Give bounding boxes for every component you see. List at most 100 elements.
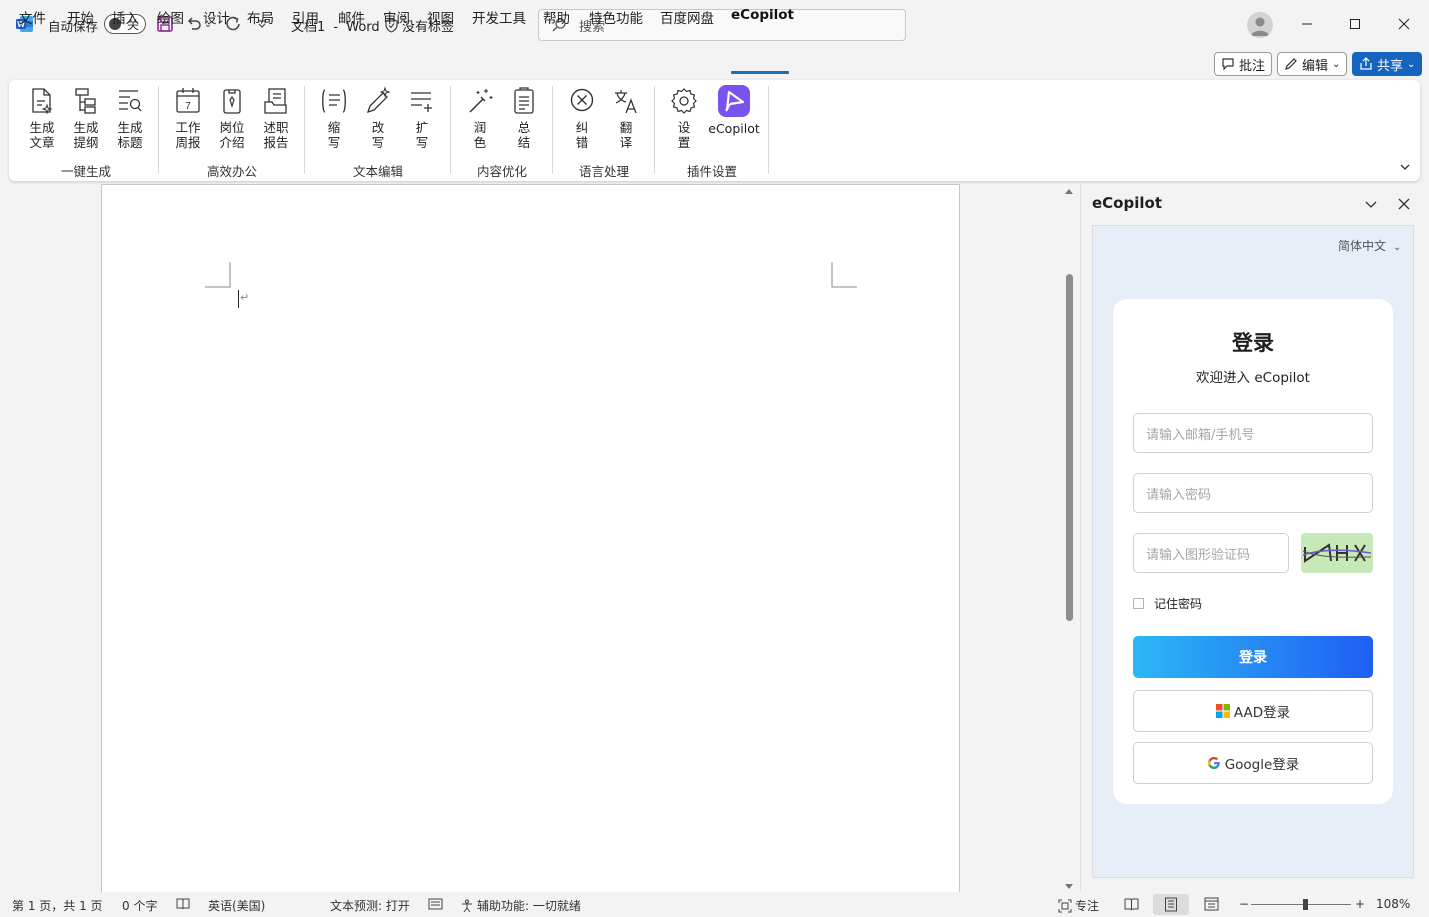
scroll-up-icon[interactable] bbox=[1064, 186, 1074, 196]
maximize-icon bbox=[1350, 19, 1360, 29]
aad-login-button[interactable]: AAD登录 bbox=[1133, 690, 1373, 732]
ribbon-label: 改 bbox=[371, 120, 385, 135]
pencil-icon bbox=[1285, 58, 1297, 70]
tab-design[interactable]: 设计 bbox=[203, 7, 230, 27]
tab-baidu-netdisk[interactable]: 百度网盘 bbox=[660, 7, 714, 27]
comments-button[interactable]: 批注 bbox=[1214, 52, 1273, 76]
crop-mark-left bbox=[205, 262, 231, 288]
microsoft-logo-icon bbox=[1215, 704, 1230, 718]
tab-layout[interactable]: 布局 bbox=[247, 7, 274, 27]
google-logo-icon bbox=[1207, 757, 1220, 769]
language-select[interactable]: 简体中文 ⌄ bbox=[1338, 237, 1401, 254]
report-icon bbox=[264, 88, 287, 114]
zoom-level[interactable]: 108% bbox=[1376, 897, 1410, 911]
comments-label: 批注 bbox=[1239, 58, 1266, 74]
tab-mailings[interactable]: 邮件 bbox=[338, 7, 365, 27]
settings-button[interactable]: 设 置 bbox=[664, 86, 704, 150]
group-separator bbox=[158, 86, 159, 174]
focus-label: 专注 bbox=[1075, 899, 1100, 913]
language-status[interactable]: 英语(美国) bbox=[208, 897, 265, 914]
tab-home[interactable]: 开始 bbox=[67, 7, 94, 27]
collapse-ribbon-icon[interactable] bbox=[1398, 160, 1412, 174]
proofing-icon[interactable] bbox=[176, 897, 190, 914]
print-layout-button[interactable] bbox=[1153, 894, 1189, 915]
tab-features[interactable]: 特色功能 bbox=[589, 7, 643, 27]
tab-file[interactable]: 文件 bbox=[19, 7, 46, 27]
web-layout-icon[interactable] bbox=[1204, 897, 1219, 914]
tab-insert[interactable]: 插入 bbox=[112, 7, 139, 27]
group-label-text-edit: 文本编辑 bbox=[352, 164, 403, 179]
pane-options-chevron-icon[interactable] bbox=[1363, 196, 1379, 212]
ribbon-label: 缩 bbox=[327, 120, 341, 135]
pane-close-icon[interactable] bbox=[1396, 196, 1412, 212]
editing-mode-button[interactable]: 编辑 ⌄ bbox=[1277, 52, 1348, 76]
google-login-button[interactable]: Google登录 bbox=[1133, 742, 1373, 784]
job-intro-button[interactable]: 岗位 介绍 bbox=[212, 86, 252, 150]
abridge-button[interactable]: 缩 写 bbox=[314, 86, 354, 150]
expand-button[interactable]: 扩 写 bbox=[402, 86, 442, 150]
tab-draw[interactable]: 绘图 bbox=[157, 7, 184, 27]
crop-mark-right bbox=[831, 262, 857, 288]
avatar[interactable] bbox=[1247, 12, 1273, 38]
scrollbar-thumb[interactable] bbox=[1066, 274, 1073, 621]
ribbon-label: 纠 bbox=[575, 120, 589, 135]
tab-ecopilot[interactable]: eCopilot bbox=[731, 7, 794, 23]
text-cursor bbox=[238, 290, 239, 308]
minimize-button[interactable] bbox=[1284, 8, 1330, 40]
password-field[interactable]: 请输入密码 bbox=[1133, 473, 1373, 513]
focus-mode-button[interactable]: 专注 bbox=[1058, 897, 1099, 914]
ribbon-label: 写 bbox=[415, 135, 429, 150]
minimize-icon bbox=[1302, 23, 1312, 25]
text-prediction-status[interactable]: 文本预测: 打开 bbox=[330, 897, 410, 914]
generate-title-button[interactable]: 生成 标题 bbox=[110, 86, 150, 150]
login-button[interactable]: 登录 bbox=[1133, 636, 1373, 678]
translate-button[interactable]: 翻 译 bbox=[606, 86, 646, 150]
scroll-down-icon[interactable] bbox=[1064, 880, 1074, 890]
generate-outline-button[interactable]: 生成 提纲 bbox=[66, 86, 106, 150]
ribbon-label: 标题 bbox=[117, 135, 143, 150]
zoom-slider-handle[interactable] bbox=[1303, 899, 1308, 910]
ribbon-label: 翻 bbox=[619, 120, 633, 135]
title-search-icon bbox=[119, 90, 142, 112]
ribbon-label: 报告 bbox=[263, 135, 289, 150]
page-count[interactable]: 第 1 页，共 1 页 bbox=[12, 897, 103, 914]
share-icon bbox=[1360, 57, 1372, 70]
tab-view[interactable]: 视图 bbox=[427, 7, 454, 27]
close-window-button[interactable] bbox=[1381, 8, 1427, 40]
weekly-report-button[interactable]: 7 工作 周报 bbox=[168, 86, 208, 150]
document-page[interactable] bbox=[101, 184, 960, 896]
read-mode-icon[interactable] bbox=[1124, 897, 1139, 914]
calendar-icon: 7 bbox=[176, 88, 200, 113]
remember-checkbox[interactable] bbox=[1133, 598, 1144, 609]
tab-help[interactable]: 帮助 bbox=[543, 7, 570, 27]
polish-button[interactable]: 润 色 bbox=[460, 86, 500, 150]
share-button[interactable]: 共享 ⌄ bbox=[1352, 52, 1423, 76]
word-count[interactable]: 0 个字 bbox=[122, 897, 157, 914]
macro-icon[interactable] bbox=[428, 897, 443, 914]
password-placeholder: 请输入密码 bbox=[1146, 487, 1212, 503]
captcha-image[interactable] bbox=[1301, 533, 1373, 573]
zoom-out-icon[interactable]: − bbox=[1239, 897, 1249, 911]
ecopilot-launch-button[interactable]: eCopilot bbox=[704, 85, 764, 136]
accessibility-status[interactable]: 辅助功能: 一切就绪 bbox=[460, 897, 581, 914]
maximize-button[interactable] bbox=[1332, 8, 1378, 40]
summarize-button[interactable]: 总 结 bbox=[504, 86, 544, 150]
correct-button[interactable]: 纠 错 bbox=[562, 86, 602, 150]
generate-article-button[interactable]: 生成 文章 bbox=[22, 86, 62, 150]
zoom-in-icon[interactable]: + bbox=[1355, 897, 1365, 911]
badge-icon bbox=[223, 89, 241, 114]
group-separator bbox=[552, 86, 553, 174]
zoom-slider[interactable] bbox=[1251, 899, 1351, 910]
rewrite-button[interactable]: 改 写 bbox=[358, 86, 398, 150]
ribbon-label: 文章 bbox=[29, 135, 55, 150]
work-report-button[interactable]: 述职 报告 bbox=[256, 86, 296, 150]
group-separator bbox=[654, 86, 655, 174]
remember-password[interactable]: 记住密码 bbox=[1133, 595, 1202, 612]
email-field[interactable]: 请输入邮箱/手机号 bbox=[1133, 413, 1373, 453]
tab-references[interactable]: 引用 bbox=[292, 7, 319, 27]
tab-developer[interactable]: 开发工具 bbox=[472, 7, 526, 27]
captcha-field[interactable]: 请输入图形验证码 bbox=[1133, 533, 1289, 573]
group-label-office: 高效办公 bbox=[206, 164, 257, 179]
accessibility-label: 辅助功能: 一切就绪 bbox=[477, 899, 581, 913]
tab-review[interactable]: 审阅 bbox=[383, 7, 410, 27]
